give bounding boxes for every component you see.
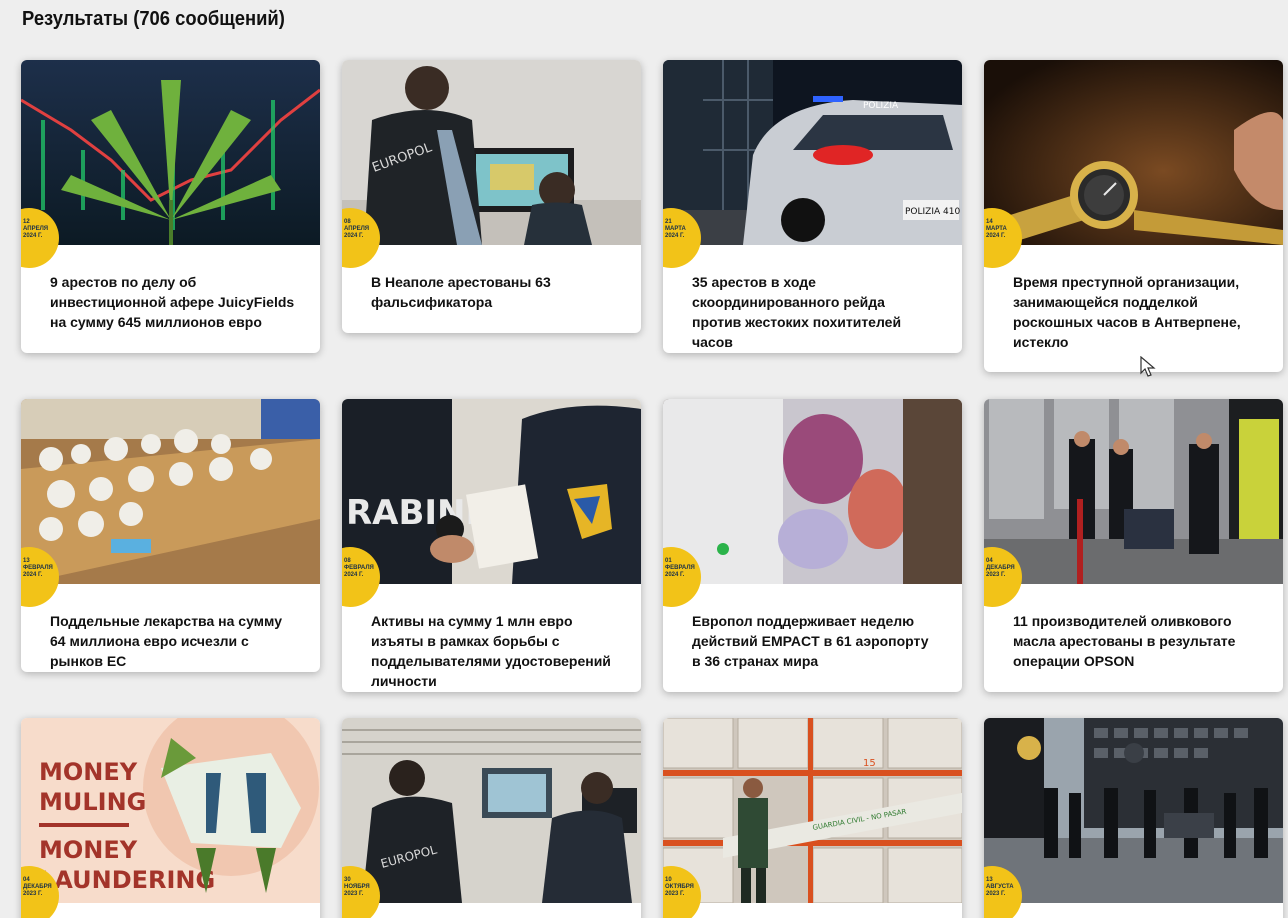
news-image-seized-bags[interactable] — [663, 399, 962, 584]
news-image-europol-officer[interactable]: EUROPOL — [342, 60, 641, 245]
date-label: 14 МАРТА 2024 Г. — [986, 219, 1007, 239]
news-card[interactable]: 13 ФЕВРАЛЯ 2024 Г. Поддельные лекарства на… — [21, 399, 320, 672]
news-card[interactable]: 14 МАРТА 2024 Г. Время преступной организа… — [984, 60, 1283, 372]
mouse-pointer-icon — [1140, 356, 1156, 377]
news-card-title[interactable]: Европол поддерживает неделю действий EMP… — [663, 584, 962, 685]
news-card-title[interactable]: В Неаполе арестованы 63 фальсификатора — [342, 245, 641, 326]
news-image-europol-computers[interactable]: EUROPOL — [342, 718, 641, 903]
news-image-police-car[interactable]: POLIZIA POLIZIA 410 — [663, 60, 962, 245]
svg-text:MONEY: MONEY — [39, 836, 138, 864]
svg-text:15: 15 — [863, 758, 876, 769]
news-card-title[interactable]: Поддельные лекарства на сумму 64 миллион… — [21, 584, 320, 672]
news-card-title[interactable] — [342, 903, 641, 918]
svg-text:LAUNDERING: LAUNDERING — [39, 866, 215, 894]
date-label: 08 ФЕВРАЛЯ 2024 Г. — [344, 558, 374, 578]
results-page: Результаты (706 сообщений) 12 АПРЕЛЯ 202… — [0, 0, 1288, 918]
svg-text:POLIZIA: POLIZIA — [863, 101, 899, 111]
date-label: 13 АВГУСТА 2023 Г. — [986, 877, 1014, 897]
date-label: 10 ОКТЯБРЯ 2023 Г. — [665, 877, 694, 897]
news-card-title[interactable] — [663, 903, 962, 918]
news-card-title[interactable]: Активы на сумму 1 млн евро изъяты в рамк… — [342, 584, 641, 692]
results-title: Результаты (706 сообщений) — [22, 8, 285, 30]
date-label: 08 АПРЕЛЯ 2024 Г. — [344, 219, 370, 239]
date-label: 12 АПРЕЛЯ 2024 Г. — [23, 219, 49, 239]
date-label: 01 ФЕВРАЛЯ 2024 Г. — [665, 558, 695, 578]
news-image-cannabis[interactable] — [21, 60, 320, 245]
news-card[interactable]: 01 ФЕВРАЛЯ 2024 Г. Европол поддерживает не… — [663, 399, 962, 692]
news-image-police-raid[interactable] — [984, 718, 1283, 903]
svg-text:MONEY: MONEY — [39, 758, 138, 786]
news-card[interactable]: 12 АПРЕЛЯ 2024 Г. 9 арестов по делу об инв… — [21, 60, 320, 353]
news-image-money-muling[interactable]: MONEY MULING MONEY LAUNDERING — [21, 718, 320, 903]
news-image-seized-medicines[interactable] — [21, 399, 320, 584]
date-label: 04 ДЕКАБРЯ 2023 Г. — [23, 877, 52, 897]
news-card-title[interactable]: Время преступной организации, занимающей… — [984, 245, 1283, 366]
news-card-title[interactable]: 11 производителей оливкового масла арест… — [984, 584, 1283, 685]
svg-text:POLIZIA 410: POLIZIA 410 — [905, 207, 960, 217]
news-card[interactable]: RABINI 08 ФЕВРАЛЯ 2024 Г. Активы на сумму … — [342, 399, 641, 692]
news-image-oil-tanks[interactable] — [984, 399, 1283, 584]
news-card[interactable]: 13 АВГУСТА 2023 Г. — [984, 718, 1283, 918]
news-card[interactable]: 04 ДЕКАБРЯ 2023 Г. 11 производителей оливк… — [984, 399, 1283, 692]
date-label: 30 НОЯБРЯ 2023 Г. — [344, 877, 370, 897]
news-card[interactable]: EUROPOL 30 НОЯБРЯ 2023 Г. — [342, 718, 641, 918]
news-image-guardia-civil-warehouse[interactable]: 15 GUARDIA CIVIL - NO PASAR — [663, 718, 962, 903]
news-card-title[interactable] — [21, 903, 320, 918]
date-label: 21 МАРТА 2024 Г. — [665, 219, 686, 239]
news-card-title[interactable] — [984, 903, 1283, 918]
news-card-title[interactable]: 9 арестов по делу об инвестиционной афер… — [21, 245, 320, 346]
news-card[interactable]: 15 GUARDIA CIVIL - NO PASAR 10 ОКТЯБРЯ 202… — [663, 718, 962, 918]
news-card-title[interactable]: 35 арестов в ходе скоординированного рей… — [663, 245, 962, 353]
news-card[interactable]: POLIZIA POLIZIA 410 21 МАРТА 2024 Г. 35 ар… — [663, 60, 962, 353]
news-card[interactable]: EUROPOL 08 АПРЕЛЯ 2024 Г. В Неаполе аресто… — [342, 60, 641, 333]
news-image-gold-watch[interactable] — [984, 60, 1283, 245]
news-card[interactable]: MONEY MULING MONEY LAUNDERING 04 ДЕКАБРЯ 2 — [21, 718, 320, 918]
news-image-carabinieri-document[interactable]: RABINI — [342, 399, 641, 584]
date-label: 13 ФЕВРАЛЯ 2024 Г. — [23, 558, 53, 578]
date-label: 04 ДЕКАБРЯ 2023 Г. — [986, 558, 1015, 578]
svg-text:MULING: MULING — [39, 788, 146, 816]
